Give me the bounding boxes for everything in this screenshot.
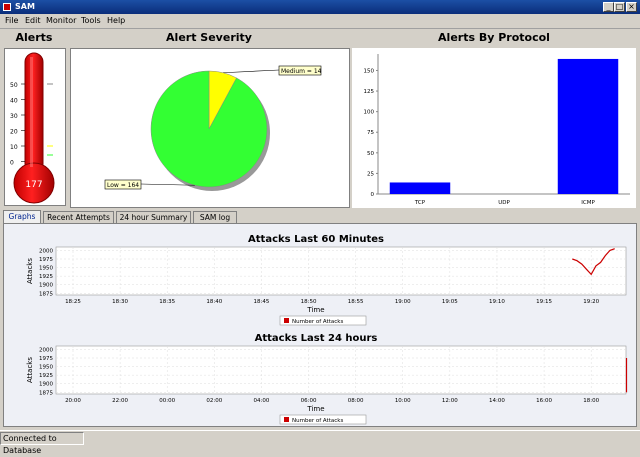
x-tick-label: 18:45 — [254, 299, 270, 305]
protocol-title: Alerts By Protocol — [438, 31, 550, 44]
y-tick-label: 1950 — [39, 365, 53, 371]
x-tick-label: 06:00 — [301, 398, 317, 404]
severity-panel: Medium = 14 Low = 164 — [70, 48, 350, 208]
menu-edit[interactable]: Edit — [25, 14, 41, 28]
x-axis-label: Time — [306, 405, 324, 413]
y-tick-label: 125 — [364, 89, 375, 95]
x-axis-label: Time — [306, 306, 324, 314]
thermometer-ticks: 50 40 30 20 10 0 — [10, 82, 25, 167]
x-tick-label: 12:00 — [442, 398, 458, 404]
y-tick-label: 150 — [364, 68, 375, 74]
y-tick-label: 1975 — [39, 356, 53, 362]
x-tick-label: 08:00 — [348, 398, 364, 404]
severity-pie-chart: Medium = 14 Low = 164 — [104, 65, 322, 191]
pie-slice — [150, 70, 268, 188]
x-tick-label: 18:35 — [159, 299, 175, 305]
attack-line-charts: Attacks Last 60 Minutes 2000 1975 1950 1925 1… — [26, 234, 628, 425]
thermometer-tick-label: 50 — [10, 82, 18, 89]
y-tick-label: 75 — [367, 130, 374, 136]
x-tick-label: 18:40 — [206, 299, 222, 305]
y-tick-label: 1950 — [39, 266, 53, 272]
y-tick-label: 25 — [367, 171, 374, 177]
y-tick-label: 1875 — [39, 390, 53, 396]
x-tick-label: 16:00 — [536, 398, 552, 404]
x-tick-label: 18:55 — [348, 299, 364, 305]
protocol-bar-chart: 150 125 100 75 50 25 0 TCP UDP ICMP — [364, 54, 630, 206]
y-axis-label: Attacks — [26, 258, 34, 284]
title-bar: SAM _ □ × — [0, 0, 640, 14]
legend-label: Number of Attacks — [292, 319, 343, 325]
x-tick-label: 02:00 — [206, 398, 222, 404]
x-tick-label: 18:30 — [112, 299, 128, 305]
plot-area — [55, 246, 627, 296]
app-icon — [3, 3, 11, 11]
x-tick-label: 19:00 — [395, 299, 411, 305]
alerts-panel: 50 40 30 20 10 0 177 — [4, 48, 66, 206]
status-bar: Connected to Database — [0, 430, 640, 455]
pie-slice-label: Low = 164 — [107, 182, 139, 189]
severity-title: Alert Severity — [166, 31, 252, 44]
legend-label: Number of Attacks — [292, 418, 343, 424]
y-tick-label: 2000 — [39, 248, 53, 254]
legend-swatch — [284, 318, 289, 323]
x-tick-label: UDP — [498, 200, 510, 206]
y-tick-label: 1900 — [39, 382, 53, 388]
chart-title: Attacks Last 24 hours — [255, 333, 378, 344]
plot-area — [55, 345, 627, 395]
thermometer-tick-label: 30 — [10, 113, 18, 120]
minimize-button[interactable]: _ — [603, 2, 614, 12]
thermometer-gauge: 50 40 30 20 10 0 177 — [10, 52, 55, 204]
x-tick-label: 20:00 — [65, 398, 81, 404]
x-tick-label: 22:00 — [112, 398, 128, 404]
x-tick-label: 19:15 — [536, 299, 552, 305]
protocol-bar — [557, 58, 619, 194]
x-tick-label: 18:50 — [301, 299, 317, 305]
menu-monitor[interactable]: Monitor — [46, 14, 76, 28]
thermometer-tick-label: 40 — [10, 98, 18, 105]
graphs-tab-content: Attacks Last 60 Minutes 2000 1975 1950 1925 1… — [3, 223, 637, 427]
x-tick-label: 00:00 — [159, 398, 175, 404]
x-tick-label: 19:10 — [489, 299, 505, 305]
y-tick-label: 2000 — [39, 347, 53, 353]
thermometer-tick-label: 10 — [10, 144, 18, 151]
menu-file[interactable]: File — [5, 14, 18, 28]
protocol-panel: 150 125 100 75 50 25 0 TCP UDP ICMP — [352, 48, 636, 208]
x-tick-label: 19:05 — [442, 299, 458, 305]
x-tick-label: 19:20 — [583, 299, 599, 305]
x-tick-label: TCP — [414, 200, 426, 206]
x-tick-label: 18:00 — [583, 398, 599, 404]
maximize-button[interactable]: □ — [614, 2, 625, 12]
y-tick-label: 1900 — [39, 283, 53, 289]
thermometer-tick-label: 20 — [10, 129, 18, 136]
chart-title: Attacks Last 60 Minutes — [248, 234, 384, 245]
tab-graphs[interactable]: Graphs — [3, 210, 41, 224]
window-title: SAM — [15, 2, 35, 11]
pie-label-leader — [223, 69, 280, 74]
thermometer-tick-label: 0 — [10, 160, 14, 167]
close-button[interactable]: × — [626, 2, 637, 12]
y-tick-label: 50 — [367, 151, 374, 157]
y-tick-label: 1925 — [39, 373, 53, 379]
x-tick-label: 10:00 — [395, 398, 411, 404]
alerts-title: Alerts — [15, 31, 53, 44]
y-tick-label: 100 — [364, 110, 375, 116]
legend-swatch — [284, 417, 289, 422]
x-tick-label: 14:00 — [489, 398, 505, 404]
pie-slice-label: Medium = 14 — [281, 68, 322, 75]
connection-status: Connected to Database — [0, 432, 84, 455]
y-axis-label: Attacks — [26, 357, 34, 383]
menu-tools[interactable]: Tools — [81, 14, 101, 28]
alerts-count: 177 — [25, 180, 42, 190]
menu-bar: File Edit Monitor Tools Help — [0, 14, 640, 29]
y-tick-label: 1975 — [39, 257, 53, 263]
menu-help[interactable]: Help — [107, 14, 125, 28]
x-tick-label: 04:00 — [254, 398, 270, 404]
y-tick-label: 1925 — [39, 274, 53, 280]
x-tick-label: 18:25 — [65, 299, 81, 305]
y-tick-label: 1875 — [39, 291, 53, 297]
y-tick-label: 0 — [371, 192, 375, 198]
protocol-bar — [389, 182, 451, 194]
x-tick-label: ICMP — [581, 200, 595, 206]
